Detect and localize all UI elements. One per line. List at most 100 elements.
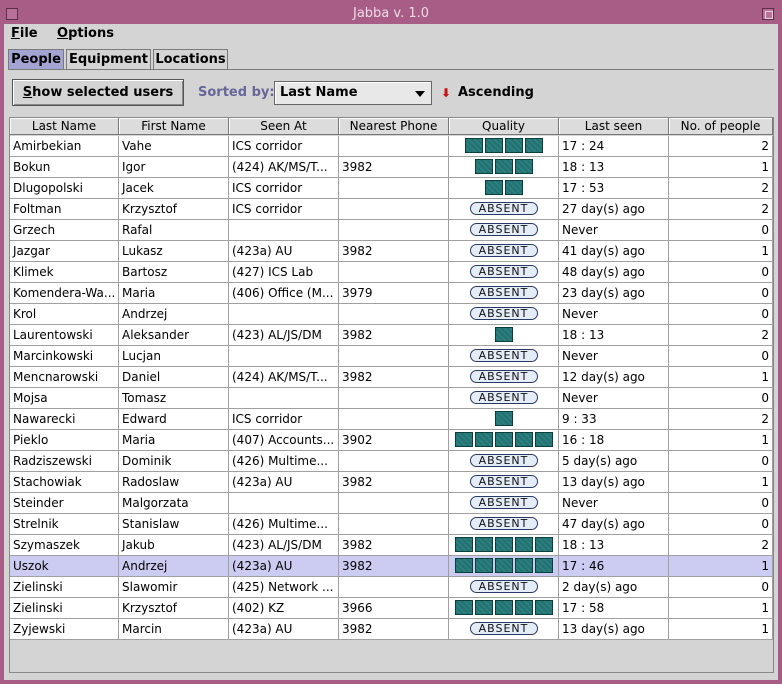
cell-seen-at [229,220,339,241]
menu-options[interactable]: Options [57,26,114,41]
cell-nearest-phone [339,346,449,367]
cell-last-name: Jazgar [10,241,119,262]
cell-quality: ABSENT [449,346,559,367]
cell-quality [449,157,559,178]
cell-first-name: Marcin [119,619,229,640]
cell-last-name: Foltman [10,199,119,220]
table-row[interactable]: Zielinski Krzysztof (402) KZ 3966 17 : 58 1 [10,598,773,619]
cell-people-count: 0 [669,388,773,409]
table-row[interactable]: Pieklo Maria (407) Accounts... 3902 16 : 18 1 [10,430,773,451]
cell-first-name: Vahe [119,136,229,157]
column-header-nearest-phone[interactable]: Nearest Phone [339,118,449,135]
table-row[interactable]: Mojsa Tomasz ABSENT Never 0 [10,388,773,409]
absent-badge: ABSENT [469,307,538,320]
cell-people-count: 2 [669,136,773,157]
quality-bar [504,138,523,153]
quality-bar [484,138,503,153]
cell-seen-at [229,388,339,409]
table-row[interactable]: Mencnarowski Daniel (424) AK/MS/T... 3982 AB… [10,367,773,388]
quality-meter [449,137,558,155]
quality-bar [474,558,493,573]
quality-meter [449,536,558,554]
table-row[interactable]: Szymaszek Jakub (423) AL/JS/DM 3982 18 : 13 2 [10,535,773,556]
table-row[interactable]: Klimek Bartosz (427) ICS Lab ABSENT 48 day(s… [10,262,773,283]
quality-bar [454,432,473,447]
table-row[interactable]: Laurentowski Aleksander (423) AL/JS/DM 3982… [10,325,773,346]
cell-people-count: 1 [669,430,773,451]
chevron-down-icon[interactable] [415,91,425,97]
cell-quality: ABSENT [449,304,559,325]
cell-nearest-phone: 3966 [339,598,449,619]
table-row[interactable]: Nawarecki Edward ICS corridor 9 : 33 2 [10,409,773,430]
table-row[interactable]: Stachowiak Radoslaw (423a) AU 3982 ABSENT 13 … [10,472,773,493]
table-row[interactable]: Zyjewski Marcin (423a) AU 3982 ABSENT 13 day(… [10,619,773,640]
table-row[interactable]: Marcinkowski Lucjan ABSENT Never 0 [10,346,773,367]
title-bar[interactable]: Jabba v. 1.0 [4,4,778,24]
sort-order-label[interactable]: Ascending [458,85,534,100]
absent-badge: ABSENT [469,475,538,488]
quality-bar [534,600,553,615]
sort-direction-arrow-icon[interactable]: ⬇ [441,87,451,99]
cell-people-count: 0 [669,493,773,514]
column-header-first-name[interactable]: First Name [119,118,229,135]
tab-locations[interactable]: Locations [153,49,228,69]
table-row[interactable]: Steinder Malgorzata ABSENT Never 0 [10,493,773,514]
cell-nearest-phone [339,136,449,157]
table-row[interactable]: Jazgar Lukasz (423a) AU 3982 ABSENT 41 day(s)… [10,241,773,262]
cell-first-name: Jacek [119,178,229,199]
cell-last-seen: Never [559,346,669,367]
cell-last-name: Szymaszek [10,535,119,556]
quality-bar [494,411,513,426]
table-row[interactable]: Zielinski Slawomir (425) Network ... ABSENT… [10,577,773,598]
quality-bar [454,558,473,573]
column-header-people-count[interactable]: No. of people [669,118,773,135]
table-row[interactable]: Foltman Krzysztof ICS corridor ABSENT 27 day… [10,199,773,220]
table-row[interactable]: Dlugopolski Jacek ICS corridor 17 : 53 2 [10,178,773,199]
cell-last-name: Mencnarowski [10,367,119,388]
cell-seen-at: (407) Accounts... [229,430,339,451]
cell-quality: ABSENT [449,577,559,598]
quality-bar [484,180,503,195]
menu-file[interactable]: File [11,26,38,41]
table-row[interactable]: Uszok Andrzej (423a) AU 3982 17 : 46 1 [10,556,773,577]
absent-badge: ABSENT [469,349,538,362]
table-row[interactable]: Radziszewski Dominik (426) Multime... ABSEN… [10,451,773,472]
tab-people[interactable]: People [8,49,64,69]
quality-bar [494,327,513,342]
table-header: Last Name First Name Seen At Nearest Phone Q… [10,118,773,136]
absent-badge: ABSENT [469,223,538,236]
table-row[interactable]: Grzech Rafal ABSENT Never 0 [10,220,773,241]
quality-bar [454,600,473,615]
cell-last-seen: Never [559,304,669,325]
cell-last-name: Mojsa [10,388,119,409]
table-row[interactable]: Komendera-Wa... Maria (406) Office (M... 39… [10,283,773,304]
cell-quality: ABSENT [449,514,559,535]
cell-first-name: Andrzej [119,556,229,577]
sort-field-select[interactable]: Last Name [274,81,432,105]
cell-nearest-phone: 3982 [339,619,449,640]
cell-seen-at: (423) AL/JS/DM [229,535,339,556]
quality-bar [514,558,533,573]
column-header-quality[interactable]: Quality [449,118,559,135]
cell-people-count: 2 [669,178,773,199]
table-row[interactable]: Amirbekian Vahe ICS corridor 17 : 24 2 [10,136,773,157]
table-row[interactable]: Strelnik Stanislaw (426) Multime... ABSENT 4… [10,514,773,535]
cell-first-name: Krzysztof [119,199,229,220]
absent-badge: ABSENT [469,244,538,257]
cell-last-seen: 18 : 13 [559,535,669,556]
cell-quality: ABSENT [449,493,559,514]
maximize-icon[interactable] [762,8,774,20]
quality-meter [449,410,558,428]
cell-first-name: Lukasz [119,241,229,262]
column-header-last-seen[interactable]: Last seen [559,118,669,135]
table-row[interactable]: Krol Andrzej ABSENT Never 0 [10,304,773,325]
column-header-last-name[interactable]: Last Name [10,118,119,135]
cell-last-seen: 23 day(s) ago [559,283,669,304]
cell-quality: ABSENT [449,262,559,283]
table-row[interactable]: Bokun Igor (424) AK/MS/T... 3982 18 : 13 1 [10,157,773,178]
show-selected-users-button[interactable]: Show selected users [12,79,184,106]
tab-equipment[interactable]: Equipment [66,49,151,69]
cell-seen-at [229,346,339,367]
cell-people-count: 0 [669,451,773,472]
column-header-seen-at[interactable]: Seen At [229,118,339,135]
